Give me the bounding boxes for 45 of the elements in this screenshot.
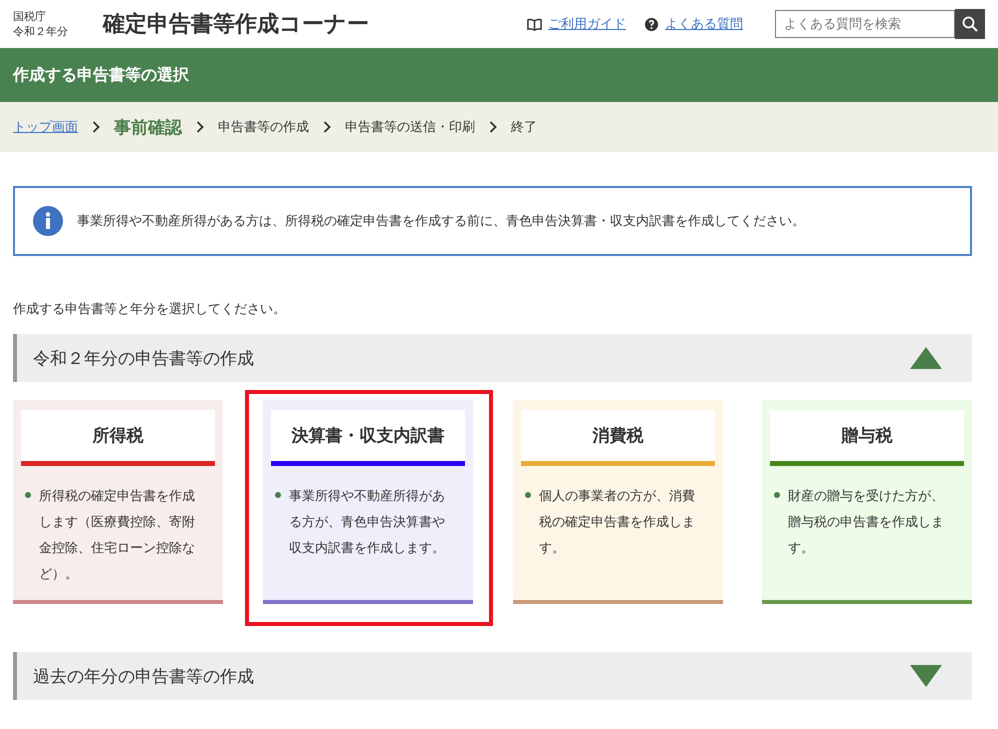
card-description: 所得税の確定申告書を作成します（医療費控除、寄附金控除、住宅ローン控除など）。 (39, 488, 196, 584)
breadcrumb-current: 事前確認 (114, 116, 182, 138)
section-header[interactable]: 令和２年分の申告書等の作成 (13, 334, 972, 382)
card-title: 所得税 (21, 410, 215, 466)
card-title: 贈与税 (770, 410, 964, 466)
card-title: 決算書・収支内訳書 (271, 410, 465, 466)
instruction-text: 作成する申告書等と年分を選択してください。 (13, 301, 287, 318)
section-header[interactable]: 過去の年分の申告書等の作成 (13, 652, 972, 700)
card-description: 財産の贈与を受けた方が、贈与税の申告書を作成します。 (788, 488, 945, 558)
chevron-icon (323, 121, 331, 133)
search-field[interactable]: よくある質問を検索 (775, 10, 955, 38)
page-title: 作成する申告書等の選択 (13, 64, 189, 86)
notice-text: 事業所得や不動産所得がある方は、所得税の確定申告書を作成する前に、青色申告決算書・収支内訳書を作成してください。 (77, 213, 805, 230)
breadcrumb-step: 終了 (511, 118, 537, 136)
expand-icon[interactable] (910, 665, 942, 687)
breadcrumb-link[interactable]: トップ画面 (13, 118, 78, 136)
section-title: 過去の年分の申告書等の作成 (33, 666, 254, 688)
chevron-icon (489, 121, 497, 133)
book-icon (527, 16, 542, 32)
site-title: 確定申告書等作成コーナー (103, 10, 370, 39)
chevron-icon (92, 121, 100, 133)
info-icon (33, 206, 63, 236)
breadcrumb-step: 申告書等の作成 (218, 118, 309, 136)
breadcrumb-step: 申告書等の送信・印刷 (345, 118, 475, 136)
help-icon (644, 16, 659, 32)
header-link[interactable]: ご利用ガイド (548, 15, 626, 33)
tax-card[interactable]: 所得税 所得税の確定申告書を作成します（医療費控除、寄附金控除、住宅ローン控除など）。 (13, 400, 223, 604)
card-title: 消費税 (521, 410, 715, 466)
tax-card[interactable]: 決算書・収支内訳書 事業所得や不動産所得がある方が、青色申告決算書や収支内訳書を作成します。 (263, 400, 473, 604)
tax-card[interactable]: 贈与税 財産の贈与を受けた方が、贈与税の申告書を作成します。 (762, 400, 972, 604)
bullet-icon (525, 492, 531, 498)
tax-card[interactable]: 消費税 個人の事業者の方が、消費税の確定申告書を作成します。 (513, 400, 723, 604)
card-description: 事業所得や不動産所得がある方が、青色申告決算書や収支内訳書を作成します。 (289, 488, 446, 558)
chevron-icon (196, 121, 204, 133)
year-label: 令和２年分 (13, 24, 69, 39)
collapse-icon[interactable] (910, 347, 942, 369)
bullet-icon (275, 492, 281, 498)
agency-name: 国税庁 (13, 9, 47, 24)
search-icon (962, 16, 978, 32)
bullet-icon (774, 492, 780, 498)
header-link[interactable]: よくある質問 (665, 15, 743, 33)
search-button[interactable] (955, 9, 985, 39)
bullet-icon (25, 492, 31, 498)
section-title: 令和２年分の申告書等の作成 (33, 348, 254, 370)
card-description: 個人の事業者の方が、消費税の確定申告書を作成します。 (539, 488, 696, 558)
